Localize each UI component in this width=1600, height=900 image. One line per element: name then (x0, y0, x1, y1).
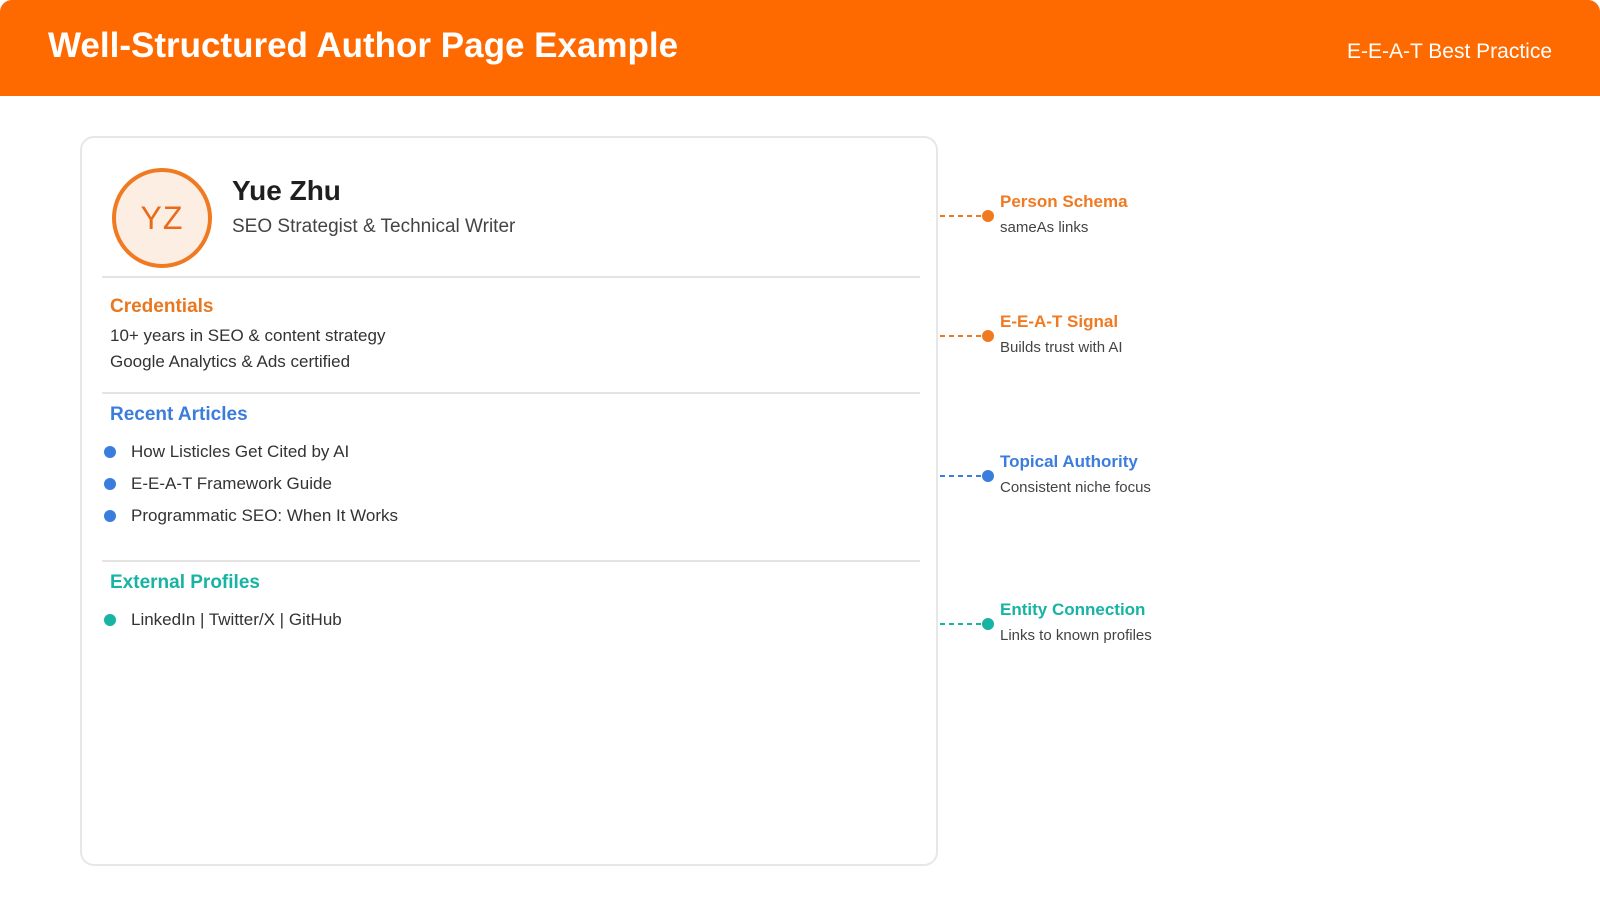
bullet-dot-icon (104, 478, 116, 490)
profile-links: LinkedIn | Twitter/X | GitHub (131, 610, 342, 629)
connector-dot-entity-connection (982, 618, 994, 630)
author-card: YZ Yue Zhu SEO Strategist & Technical Wr… (80, 136, 938, 866)
article-list-item[interactable]: How Listicles Get Cited by AI (104, 440, 349, 464)
credential-item: Google Analytics & Ads certified (110, 352, 351, 371)
annotation-entity-connection-subtitle: Links to known profiles (1000, 627, 1152, 644)
annotation-entity-connection-title: Entity Connection (1000, 600, 1146, 619)
external-profiles-title: External Profiles (110, 572, 260, 593)
article-title: How Listicles Get Cited by AI (131, 442, 350, 461)
bullet-dot-icon (104, 510, 116, 522)
credential-item: 10+ years in SEO & content strategy (110, 326, 386, 345)
annotation-eeat-signal-subtitle: Builds trust with AI (1000, 339, 1123, 356)
annotation-topical-authority-title: Topical Authority (1000, 452, 1138, 471)
annotation-eeat-signal-title: E-E-A-T Signal (1000, 312, 1119, 331)
profile-list-item[interactable]: LinkedIn | Twitter/X | GitHub (104, 608, 342, 632)
article-list-item[interactable]: E-E-A-T Framework Guide (104, 472, 332, 496)
avatar: YZ (112, 168, 212, 268)
annotation-person-schema-subtitle: sameAs links (1000, 219, 1089, 236)
avatar-initials: YZ (140, 199, 184, 236)
connector-dot-person-schema (982, 210, 994, 222)
bullet-dot-icon (104, 614, 116, 626)
article-list-item[interactable]: Programmatic SEO: When It Works (104, 504, 398, 528)
divider (102, 392, 920, 394)
credentials-title: Credentials (110, 296, 214, 317)
bullet-dot-icon (104, 446, 116, 458)
author-role: SEO Strategist & Technical Writer (232, 216, 516, 237)
connector-dot-topical-authority (982, 470, 994, 482)
page-title: Well-Structured Author Page Example (48, 26, 679, 65)
connector-dot-eeat-signal (982, 330, 994, 342)
author-name: Yue Zhu (232, 175, 341, 206)
annotation-person-schema-title: Person Schema (1000, 192, 1128, 211)
best-practice-badge: E-E-A-T Best Practice (1347, 40, 1552, 63)
article-title: Programmatic SEO: When It Works (131, 506, 399, 525)
header-bar: Well-Structured Author Page Example E-E-… (0, 0, 1600, 96)
divider (102, 276, 920, 278)
article-title: E-E-A-T Framework Guide (131, 474, 332, 493)
divider (102, 560, 920, 562)
author-page-diagram: Well-Structured Author Page Example E-E-… (0, 0, 1600, 900)
recent-articles-title: Recent Articles (110, 404, 248, 425)
annotation-topical-authority-subtitle: Consistent niche focus (1000, 479, 1151, 496)
